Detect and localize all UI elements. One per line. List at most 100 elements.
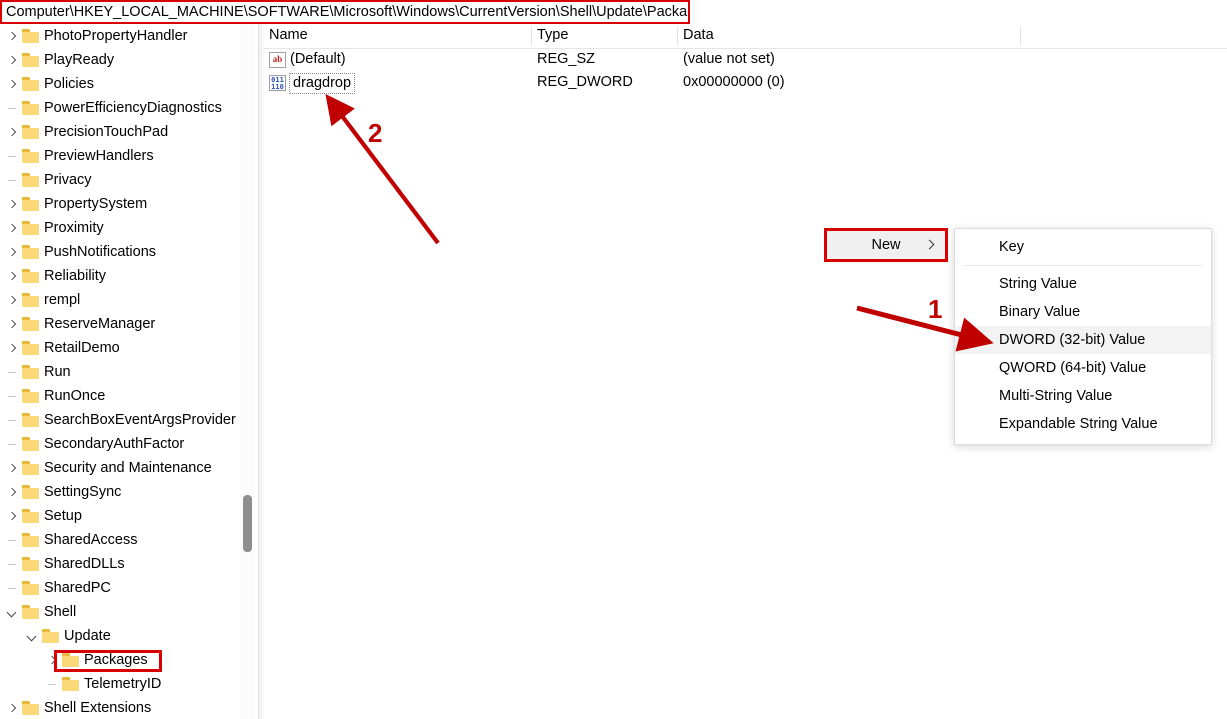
folder-icon [42, 629, 59, 643]
folder-icon [22, 413, 39, 427]
value-name[interactable]: (Default) [290, 51, 346, 67]
tree-item-precisiontouchpad[interactable]: PrecisionTouchPad [0, 120, 256, 144]
chevron-right-icon[interactable] [6, 510, 19, 523]
column-header-data[interactable]: Data [683, 27, 714, 43]
menu-item-string-value[interactable]: String Value [955, 270, 1211, 298]
folder-icon [62, 653, 79, 667]
string-value-icon: ab [269, 52, 286, 68]
tree-item-label: Packages [84, 652, 148, 668]
tree-item-runonce[interactable]: RunOnce [0, 384, 256, 408]
tree-item-shell[interactable]: Shell [0, 600, 256, 624]
tree-item-packages[interactable]: Packages [0, 648, 256, 672]
tree-item-rempl[interactable]: rempl [0, 288, 256, 312]
table-row[interactable]: 011 110 dragdrop REG_DWORD 0x00000000 (0) [263, 72, 1227, 95]
tree-item-playready[interactable]: PlayReady [0, 48, 256, 72]
tree-item-reliability[interactable]: Reliability [0, 264, 256, 288]
chevron-down-icon[interactable] [26, 630, 39, 643]
tree-line-stub [6, 582, 19, 595]
chevron-right-icon[interactable] [6, 126, 19, 139]
tree-item-privacy[interactable]: Privacy [0, 168, 256, 192]
table-row[interactable]: ab (Default) REG_SZ (value not set) [263, 49, 1227, 72]
tree-item-label: SecondaryAuthFactor [44, 436, 185, 452]
tree-item-secondaryauthfactor[interactable]: SecondaryAuthFactor [0, 432, 256, 456]
menu-item-expandable-string-value[interactable]: Expandable String Value [955, 410, 1211, 438]
new-submenu[interactable]: Key String Value Binary Value DWORD (32-bit… [954, 228, 1212, 445]
context-menu-item-new[interactable]: New [824, 228, 948, 262]
menu-item-qword-64-bit-value[interactable]: QWORD (64-bit) Value [955, 354, 1211, 382]
chevron-right-icon[interactable] [6, 702, 19, 715]
chevron-right-icon[interactable] [6, 198, 19, 211]
tree-line-stub [6, 150, 19, 163]
folder-icon [22, 101, 39, 115]
values-column-header: Name Type Data [263, 24, 1227, 49]
tree-item-security-and-maintenance[interactable]: Security and Maintenance [0, 456, 256, 480]
tree-item-label: PhotoPropertyHandler [44, 28, 188, 44]
chevron-right-icon[interactable] [6, 342, 19, 355]
chevron-right-icon[interactable] [6, 294, 19, 307]
folder-icon [22, 293, 39, 307]
tree-item-proximity[interactable]: Proximity [0, 216, 256, 240]
chevron-right-icon[interactable] [6, 486, 19, 499]
tree-item-run[interactable]: Run [0, 360, 256, 384]
column-divider-name-type[interactable] [531, 26, 532, 46]
tree-scrollbar[interactable] [240, 24, 255, 719]
tree-item-shell-extensions[interactable]: Shell Extensions [0, 696, 256, 719]
folder-icon [22, 173, 39, 187]
tree-item-sharedaccess[interactable]: SharedAccess [0, 528, 256, 552]
tree-item-label: Update [64, 628, 111, 644]
value-data: (value not set) [683, 51, 775, 67]
chevron-right-icon[interactable] [46, 654, 59, 667]
tree-item-propertysystem[interactable]: PropertySystem [0, 192, 256, 216]
chevron-right-icon[interactable] [6, 30, 19, 43]
column-header-name[interactable]: Name [269, 27, 308, 43]
tree-item-update[interactable]: Update [0, 624, 256, 648]
menu-item-key[interactable]: Key [955, 233, 1211, 261]
tree-item-searchboxeventargsprovider[interactable]: SearchBoxEventArgsProvider [0, 408, 256, 432]
chevron-right-icon[interactable] [6, 78, 19, 91]
tree-item-reservemanager[interactable]: ReserveManager [0, 312, 256, 336]
menu-item-multi-string-value[interactable]: Multi-String Value [955, 382, 1211, 410]
tree-item-label: TelemetryID [84, 676, 162, 692]
tree-item-photopropertyhandler[interactable]: PhotoPropertyHandler [0, 24, 256, 48]
registry-tree-pane[interactable]: PhotoPropertyHandler PlayReady Policies Pow… [0, 24, 256, 719]
value-data: 0x00000000 (0) [683, 74, 785, 90]
tree-line-stub [6, 414, 19, 427]
tree-scrollbar-thumb[interactable] [243, 495, 252, 552]
tree-item-telemetryid[interactable]: TelemetryID [0, 672, 256, 696]
chevron-right-icon[interactable] [6, 270, 19, 283]
folder-icon [22, 365, 39, 379]
chevron-down-icon[interactable] [6, 606, 19, 619]
folder-icon [22, 125, 39, 139]
tree-item-powerefficiencydiagnostics[interactable]: PowerEfficiencyDiagnostics [0, 96, 256, 120]
tree-item-policies[interactable]: Policies [0, 72, 256, 96]
folder-icon [22, 245, 39, 259]
tree-item-shareddlls[interactable]: SharedDLLs [0, 552, 256, 576]
chevron-right-icon[interactable] [6, 246, 19, 259]
column-header-type[interactable]: Type [537, 27, 568, 43]
tree-item-setup[interactable]: Setup [0, 504, 256, 528]
column-divider-data-end[interactable] [1020, 26, 1021, 46]
tree-line-stub [6, 558, 19, 571]
folder-icon [22, 197, 39, 211]
folder-icon [22, 317, 39, 331]
tree-item-label: SharedDLLs [44, 556, 125, 572]
tree-item-retaildemo[interactable]: RetailDemo [0, 336, 256, 360]
chevron-right-icon[interactable] [6, 462, 19, 475]
chevron-right-icon[interactable] [6, 318, 19, 331]
column-divider-type-data[interactable] [677, 26, 678, 46]
tree-line-stub [6, 390, 19, 403]
tree-item-label: SharedAccess [44, 532, 138, 548]
tree-item-label: PowerEfficiencyDiagnostics [44, 100, 222, 116]
tree-item-pushnotifications[interactable]: PushNotifications [0, 240, 256, 264]
tree-item-sharedpc[interactable]: SharedPC [0, 576, 256, 600]
menu-item-dword-32-bit-value[interactable]: DWORD (32-bit) Value [955, 326, 1211, 354]
folder-icon [62, 677, 79, 691]
tree-item-previewhandlers[interactable]: PreviewHandlers [0, 144, 256, 168]
address-bar[interactable]: Computer\HKEY_LOCAL_MACHINE\SOFTWARE\Mic… [0, 0, 690, 24]
menu-item-binary-value[interactable]: Binary Value [955, 298, 1211, 326]
chevron-right-icon[interactable] [6, 222, 19, 235]
folder-icon [22, 341, 39, 355]
tree-item-settingsync[interactable]: SettingSync [0, 480, 256, 504]
value-name[interactable]: dragdrop [289, 73, 356, 94]
chevron-right-icon[interactable] [6, 54, 19, 67]
